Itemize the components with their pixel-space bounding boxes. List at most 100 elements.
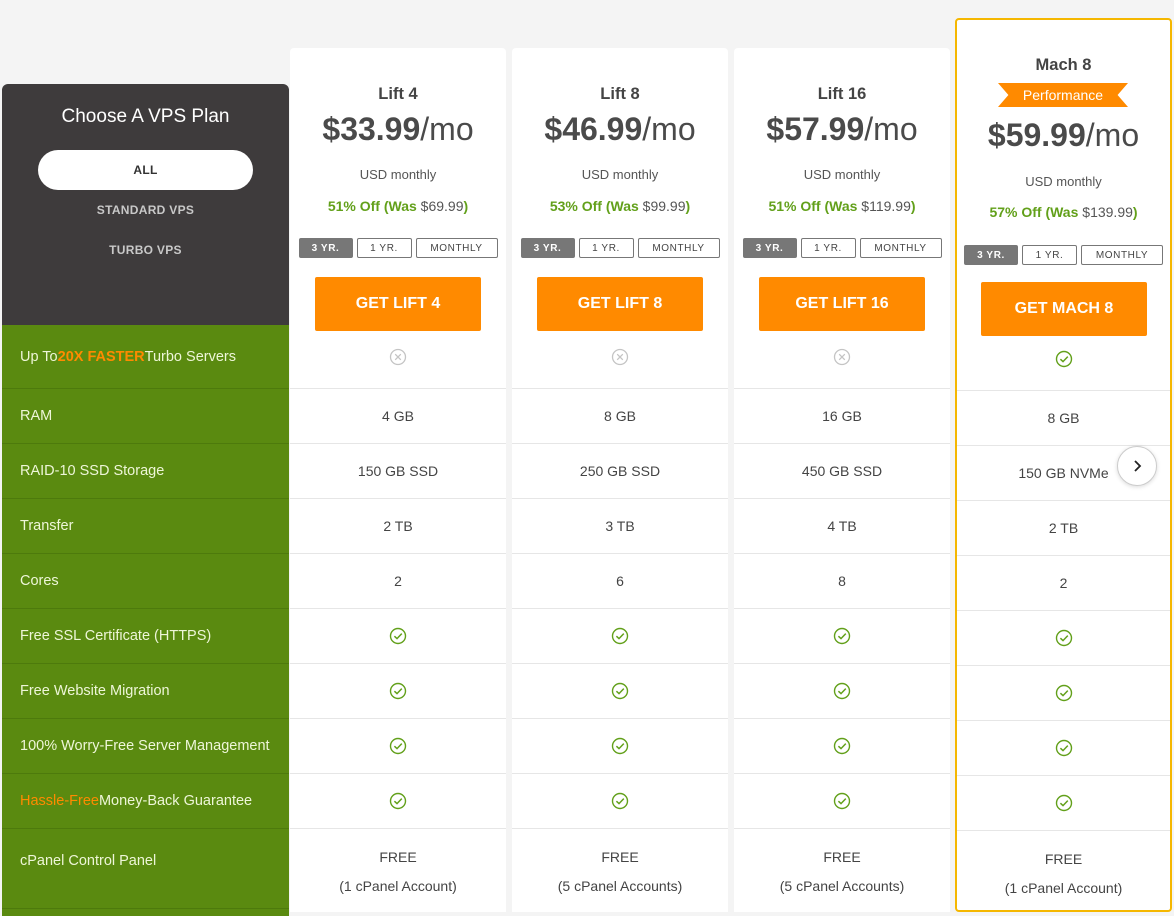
- feature-cell: [512, 325, 728, 389]
- feature-cell: [734, 719, 950, 774]
- feature-value: 2: [1059, 575, 1068, 591]
- cpanel-cell: FREE (1 cPanel Account): [957, 831, 1170, 911]
- check-circle-icon: [611, 737, 629, 755]
- feature-label-text: Turbo Servers: [144, 348, 236, 365]
- term-option[interactable]: 1 YR.: [356, 238, 412, 258]
- discount-close: ): [1132, 204, 1138, 220]
- feature-cell: [734, 774, 950, 829]
- get-plan-button[interactable]: GET LIFT 4: [315, 277, 481, 331]
- performance-badge: Performance: [998, 83, 1128, 107]
- term-option[interactable]: 3 YR.: [298, 238, 353, 258]
- discount-text: 51% Off (Was $119.99): [734, 198, 950, 214]
- feature-label: RAM: [2, 389, 289, 444]
- feature-cell: [290, 719, 506, 774]
- original-price: $139.99: [1082, 204, 1133, 220]
- feature-label-text: Transfer: [20, 518, 74, 534]
- x-circle-icon: [389, 348, 407, 366]
- feature-cell: 4 TB: [734, 499, 950, 554]
- feature-value: 250 GB SSD: [579, 463, 661, 479]
- discount-label: 51% Off (Was: [327, 198, 421, 214]
- feature-value: 4 TB: [827, 518, 857, 534]
- discount-label: 57% Off (Was: [989, 204, 1083, 220]
- feature-label-text: 100% Worry-Free Server Management: [20, 738, 270, 754]
- feature-value: 8 GB: [1047, 410, 1080, 426]
- feature-label: cPanel Control Panel: [2, 829, 289, 909]
- discount-close: ): [910, 198, 916, 214]
- feature-value: 450 GB SSD: [801, 463, 883, 479]
- feature-cell: [290, 774, 506, 829]
- feature-label-text: Up To: [20, 348, 58, 365]
- feature-cell: [290, 325, 506, 389]
- feature-cell: 16 GB: [734, 389, 950, 444]
- term-option[interactable]: MONTHLY: [637, 238, 720, 258]
- filter-turbo-vps[interactable]: TURBO VPS: [2, 243, 289, 257]
- feature-label-text: RAID-10 SSD Storage: [20, 463, 165, 479]
- plan-column-lift-4: Lift 4 $33.99/mo USD monthly 51% Off (Was $…: [290, 48, 506, 912]
- plan-name: Mach 8: [1035, 56, 1092, 74]
- feature-cell: 8 GB: [957, 391, 1170, 446]
- original-price: $69.99: [420, 198, 464, 214]
- term-option[interactable]: 1 YR.: [578, 238, 634, 258]
- check-circle-icon: [389, 682, 407, 700]
- feature-label: Free Website Migration: [2, 664, 289, 719]
- feature-label: Up To 20X FASTER Turbo Servers: [2, 325, 289, 389]
- check-circle-icon: [833, 682, 851, 700]
- plan-price: $33.99/mo: [290, 111, 506, 148]
- feature-cell: [734, 609, 950, 664]
- feature-value: 3 TB: [605, 518, 635, 534]
- plan-price: $57.99/mo: [734, 111, 950, 148]
- feature-label: 100% Worry-Free Server Management: [2, 719, 289, 774]
- cpanel-cell: FREE (1 cPanel Account): [290, 829, 506, 909]
- get-plan-button[interactable]: GET LIFT 16: [759, 277, 925, 331]
- feature-cell: [957, 611, 1170, 666]
- cpanel-value: FREE: [1044, 851, 1083, 867]
- feature-label-text: cPanel Control Panel: [20, 853, 157, 869]
- term-option[interactable]: 3 YR.: [964, 245, 1018, 265]
- get-plan-button[interactable]: GET LIFT 8: [537, 277, 703, 331]
- feature-label-text: Free SSL Certificate (HTTPS): [20, 628, 212, 644]
- term-option[interactable]: MONTHLY: [1081, 245, 1163, 265]
- feature-value: 2 TB: [383, 518, 413, 534]
- feature-labels: Up To 20X FASTER Turbo Servers RAM RAID-10…: [2, 325, 289, 916]
- plan-name: Lift 4: [378, 85, 418, 103]
- feature-value: 8 GB: [604, 408, 636, 424]
- feature-cell: [512, 664, 728, 719]
- check-circle-icon: [1055, 629, 1073, 647]
- discount-close: ): [685, 198, 691, 214]
- term-option[interactable]: 3 YR.: [742, 238, 797, 258]
- filter-all-button[interactable]: ALL: [38, 150, 253, 190]
- price-currency-note: USD monthly: [803, 167, 881, 182]
- price-period: /mo: [864, 111, 918, 147]
- feature-cell: [957, 327, 1170, 391]
- price-currency-note: USD monthly: [359, 167, 437, 182]
- discount-close: ): [463, 198, 469, 214]
- feature-cell: [512, 719, 728, 774]
- check-circle-icon: [389, 792, 407, 810]
- term-option[interactable]: MONTHLY: [859, 238, 942, 258]
- cpanel-value: (1 cPanel Account): [339, 878, 457, 894]
- x-circle-icon: [611, 348, 629, 366]
- feature-cell: 2: [290, 554, 506, 609]
- next-arrow-button[interactable]: [1117, 446, 1157, 486]
- feature-value: 150 GB SSD: [357, 463, 439, 479]
- cpanel-cell: FREE (5 cPanel Accounts): [512, 829, 728, 909]
- check-circle-icon: [833, 737, 851, 755]
- filter-standard-vps[interactable]: STANDARD VPS: [2, 203, 289, 217]
- term-option[interactable]: MONTHLY: [415, 238, 498, 258]
- term-option[interactable]: 3 YR.: [520, 238, 575, 258]
- plan-price: $46.99/mo: [512, 111, 728, 148]
- term-option[interactable]: 1 YR.: [800, 238, 856, 258]
- cpanel-value: FREE: [601, 849, 639, 865]
- term-option[interactable]: 1 YR.: [1022, 245, 1077, 265]
- feature-label: Free SSL Certificate (HTTPS): [2, 609, 289, 664]
- price-period: /mo: [1085, 117, 1140, 153]
- plan-chooser-title: Choose A VPS Plan: [61, 106, 230, 127]
- cpanel-value: FREE: [379, 849, 417, 865]
- feature-cell: 3 TB: [512, 499, 728, 554]
- check-circle-icon: [1055, 739, 1073, 757]
- check-circle-icon: [611, 792, 629, 810]
- feature-cell: 2: [957, 556, 1170, 611]
- price-amount: $59.99: [987, 117, 1086, 153]
- feature-cell: [512, 774, 728, 829]
- feature-cell: [957, 666, 1170, 721]
